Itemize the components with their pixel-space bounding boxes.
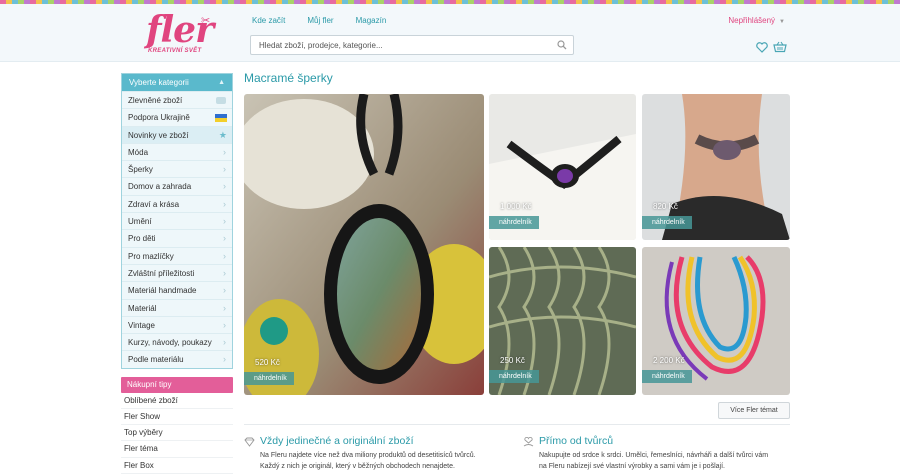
product-price: 2 200 Kč bbox=[653, 356, 685, 365]
category-pro-deti[interactable]: Pro děti › bbox=[122, 229, 232, 247]
chevron-right-icon: › bbox=[223, 285, 226, 296]
tip-fler-box[interactable]: Fler Box bbox=[121, 458, 233, 474]
star-icon: ★ bbox=[218, 129, 227, 140]
page-title: Macramé šperky bbox=[244, 71, 333, 85]
tip-oblibene[interactable]: Oblíbené zboží bbox=[121, 393, 233, 409]
product-badge: náhrdelník bbox=[489, 216, 539, 229]
chevron-right-icon: › bbox=[223, 354, 226, 365]
search-icon[interactable] bbox=[557, 40, 567, 50]
search-box bbox=[250, 35, 574, 55]
chevron-up-icon: ▲ bbox=[218, 79, 225, 86]
product-tile[interactable]: 820 Kč náhrdelník bbox=[642, 94, 790, 240]
heart-hand-icon bbox=[523, 437, 534, 447]
chevron-right-icon: › bbox=[223, 146, 226, 157]
category-prilezitosti[interactable]: Zvláštní příležitosti › bbox=[122, 263, 232, 282]
fler-logo[interactable]: fler ✂ KREATIVNÍ SVĚT bbox=[146, 10, 218, 58]
product-badge: náhrdelník bbox=[642, 216, 692, 229]
chevron-down-icon: ▼ bbox=[779, 19, 785, 25]
nav-magazin[interactable]: Magazín bbox=[356, 16, 387, 25]
chevron-right-icon: › bbox=[223, 302, 226, 313]
chevron-right-icon: › bbox=[223, 267, 226, 278]
chevron-right-icon: › bbox=[223, 233, 226, 244]
category-zlevnene[interactable]: Zlevněné zboží bbox=[122, 91, 232, 109]
tip-fler-tema[interactable]: Fler téma bbox=[121, 441, 233, 458]
product-price: 820 Kč bbox=[653, 202, 678, 211]
tip-top-vybery[interactable]: Top výběry bbox=[121, 425, 233, 442]
more-fler-themes-button[interactable]: Více Fler témat bbox=[718, 402, 790, 419]
category-kurzy[interactable]: Kurzy, návody, poukazy › bbox=[122, 333, 232, 351]
chevron-right-icon: › bbox=[223, 164, 226, 175]
chevron-right-icon: › bbox=[223, 319, 226, 330]
category-umeni[interactable]: Umění › bbox=[122, 212, 232, 230]
product-price: 520 Kč bbox=[255, 358, 280, 367]
product-price: 1 000 Kč bbox=[500, 202, 532, 211]
tips-header: Nákupní tipy bbox=[121, 376, 233, 393]
chevron-right-icon: › bbox=[223, 216, 226, 227]
product-tile[interactable]: 1 000 Kč náhrdelník bbox=[489, 94, 636, 240]
product-tile[interactable]: 250 Kč náhrdelník bbox=[489, 247, 636, 395]
heart-icon[interactable] bbox=[756, 42, 768, 53]
tip-fler-show[interactable]: Fler Show bbox=[121, 409, 233, 426]
category-novinky[interactable]: Novinky ve zboží ★ bbox=[122, 125, 232, 143]
category-sperky[interactable]: Šperky › bbox=[122, 160, 232, 178]
category-material[interactable]: Materiál › bbox=[122, 298, 232, 316]
category-ukrajina[interactable]: Podpora Ukrajině bbox=[122, 108, 232, 126]
search-input[interactable] bbox=[251, 36, 551, 54]
category-header[interactable]: Vyberte kategorii ▲ bbox=[122, 74, 232, 91]
sidebar: Vyberte kategorii ▲ Zlevněné zboží Podpo… bbox=[121, 73, 233, 474]
category-zdravi[interactable]: Zdraví a krása › bbox=[122, 194, 232, 213]
category-moda[interactable]: Móda › bbox=[122, 142, 232, 161]
feature-direct: Přímo od tvůrců Nakupujte od srdce k srd… bbox=[523, 435, 793, 475]
category-menu: Vyberte kategorii ▲ Zlevněné zboží Podpo… bbox=[121, 73, 233, 369]
user-label: Nepřihlášený bbox=[728, 16, 776, 25]
product-badge: náhrdelník bbox=[642, 370, 692, 383]
diamond-icon bbox=[244, 437, 255, 447]
category-vintage[interactable]: Vintage › bbox=[122, 315, 232, 334]
category-pro-mazlicky[interactable]: Pro mazlíčky › bbox=[122, 246, 232, 264]
main-nav: Kde začít Můj fler Magazín bbox=[252, 16, 386, 25]
section-divider bbox=[244, 424, 790, 425]
category-domov[interactable]: Domov a zahrada › bbox=[122, 177, 232, 195]
feature-unique: Vždy jedinečné a originální zboží Na Fle… bbox=[244, 435, 514, 475]
nav-kde-zacit[interactable]: Kde začít bbox=[252, 16, 285, 25]
product-tile[interactable]: 2 200 Kč náhrdelník bbox=[642, 247, 790, 395]
feature-title: Vždy jedinečné a originální zboží bbox=[260, 435, 414, 447]
feature-text: Nakupujte od srdce k srdci. Umělci, řeme… bbox=[539, 452, 769, 470]
product-badge: náhrdelník bbox=[244, 372, 294, 385]
product-price: 250 Kč bbox=[500, 356, 525, 365]
chevron-right-icon: › bbox=[223, 337, 226, 348]
logo-subtitle: KREATIVNÍ SVĚT bbox=[148, 48, 202, 54]
chevron-right-icon: › bbox=[223, 198, 226, 209]
feature-text: Na Fleru najdete více než dva miliony pr… bbox=[260, 452, 476, 470]
cart-icon[interactable] bbox=[773, 41, 787, 53]
category-material-handmade[interactable]: Materiál handmade › bbox=[122, 281, 232, 299]
ukraine-flag-icon bbox=[215, 114, 227, 123]
feature-title: Přímo od tvůrců bbox=[539, 435, 614, 447]
chevron-right-icon: › bbox=[223, 181, 226, 192]
product-badge: náhrdelník bbox=[489, 370, 539, 383]
category-podle-materialu[interactable]: Podle materiálu › bbox=[122, 350, 232, 368]
tag-icon bbox=[216, 97, 226, 104]
chevron-right-icon: › bbox=[223, 250, 226, 261]
product-tile[interactable]: 520 Kč náhrdelník bbox=[244, 94, 484, 395]
scissors-icon: ✂ bbox=[201, 15, 211, 27]
product-image-pendant bbox=[244, 94, 484, 395]
site-header: fler ✂ KREATIVNÍ SVĚT Kde začít Můj fler… bbox=[0, 4, 900, 62]
user-menu[interactable]: Nepřihlášený ▼ bbox=[728, 16, 785, 25]
nav-muj-fler[interactable]: Můj fler bbox=[307, 16, 333, 25]
